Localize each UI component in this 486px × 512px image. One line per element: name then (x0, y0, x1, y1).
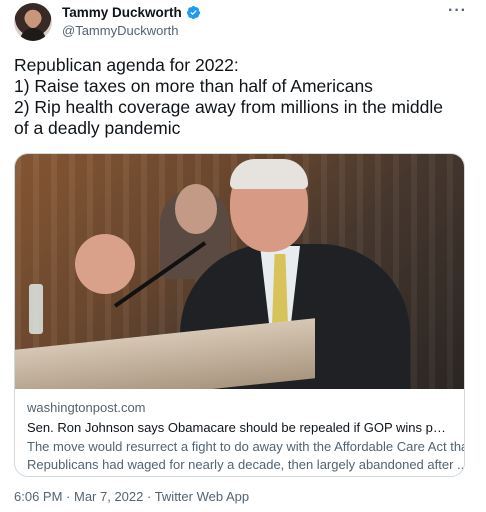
image-bottle (29, 284, 43, 334)
image-person-hand (75, 234, 135, 294)
tweet-line: 1) Raise taxes on more than half of Amer… (14, 76, 373, 96)
image-person-hair (230, 159, 308, 189)
tweet-line: 2) Rip health coverage away from million… (14, 97, 443, 117)
card-title: Sen. Ron Johnson says Obamacare should b… (27, 420, 452, 435)
tweet-text: Republican agenda for 2022: 1) Raise tax… (14, 55, 474, 139)
meta-separator: · (62, 489, 74, 504)
tweet-time[interactable]: 6:06 PM (14, 489, 62, 504)
author-handle[interactable]: @TammyDuckworth (62, 23, 179, 38)
tweet-meta: 6:06 PM · Mar 7, 2022 · Twitter Web App (14, 489, 249, 504)
more-options-icon[interactable]: ··· (448, 2, 467, 20)
card-description: The move would resurrect a fight to do a… (27, 438, 465, 474)
verified-badge-icon (186, 5, 200, 20)
tweet-source: Twitter Web App (154, 489, 250, 504)
author-name[interactable]: Tammy Duckworth (62, 5, 182, 20)
meta-separator: · (143, 489, 155, 504)
card-description-line: The move would resurrect a fight to do a… (27, 439, 465, 454)
card-description-line: Republicans had waged for nearly a decad… (27, 457, 465, 472)
tweet-date[interactable]: Mar 7, 2022 (74, 489, 143, 504)
card-domain: washingtonpost.com (27, 400, 146, 415)
avatar[interactable] (14, 3, 52, 41)
avatar-face (26, 11, 40, 28)
tweet-line: Republican agenda for 2022: (14, 55, 239, 75)
image-person-background-head (175, 184, 217, 234)
avatar-body (20, 28, 46, 41)
card-body: washingtonpost.com Sen. Ron Johnson says… (15, 389, 464, 474)
tweet-line: of a deadly pandemic (14, 118, 181, 138)
card-image[interactable] (15, 154, 464, 389)
author-name-row[interactable]: Tammy Duckworth (62, 5, 201, 20)
link-card[interactable]: washingtonpost.com Sen. Ron Johnson says… (14, 153, 465, 477)
